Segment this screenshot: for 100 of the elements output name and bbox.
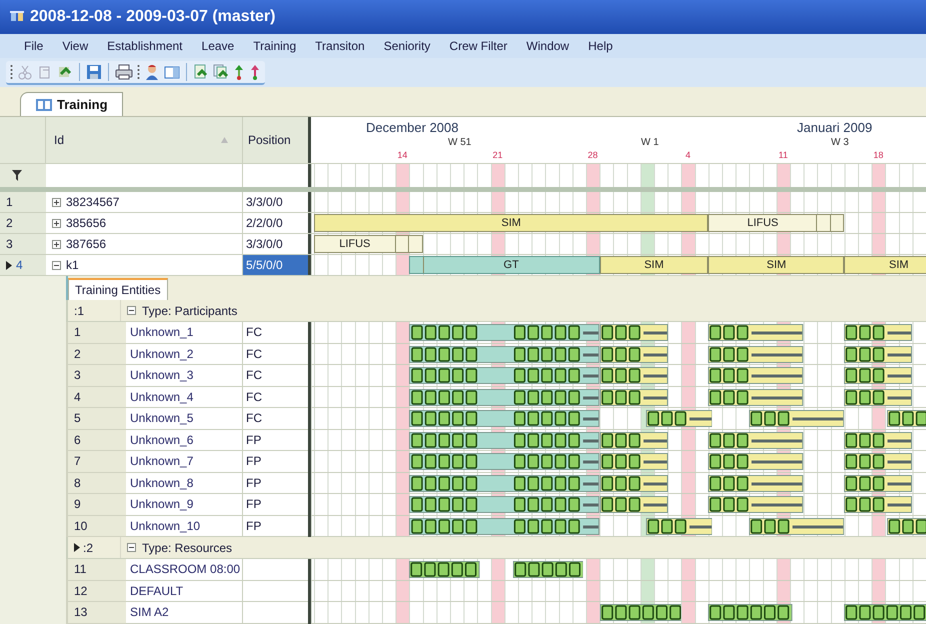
column-header[interactable]: Id <box>46 117 243 163</box>
collapse-icon[interactable] <box>127 306 136 315</box>
row-number: 1 <box>66 322 126 344</box>
day-label: 11 <box>778 149 789 162</box>
position-cell: FC <box>243 322 308 344</box>
column-header[interactable]: Position <box>243 117 308 163</box>
group-label: Type: Resources <box>142 540 232 556</box>
menu-item[interactable]: Seniority <box>384 37 430 55</box>
expand-icon[interactable] <box>52 240 61 248</box>
training-block <box>844 346 912 362</box>
menu-item[interactable]: Window <box>526 37 570 55</box>
day-label: 18 <box>872 149 884 162</box>
position-cell: FP <box>243 430 308 451</box>
person-icon[interactable] <box>144 64 160 80</box>
week-label: W 51 <box>448 136 472 150</box>
training-block <box>646 410 712 427</box>
book-icon <box>35 98 53 112</box>
row-number: 2 <box>6 215 13 232</box>
id-cell-text: 38234567 <box>66 194 120 211</box>
id-cell-text: 385656 <box>66 215 106 232</box>
name-cell: Unknown_5 <box>126 408 243 430</box>
day-label: 28 <box>586 149 599 162</box>
name-cell: Unknown_8 <box>126 472 243 494</box>
pin-icon[interactable] <box>233 64 245 80</box>
panel-icon[interactable] <box>164 64 180 80</box>
row-number: 2 <box>66 344 126 365</box>
column-title: Id <box>54 132 64 149</box>
row-number: 3 <box>6 236 13 253</box>
position-cell: FP <box>243 451 308 472</box>
training-block <box>844 324 912 341</box>
name-cell: Unknown_10 <box>126 516 243 537</box>
week-label: W 1 <box>641 136 659 150</box>
subtab[interactable]: Training Entities <box>68 278 168 300</box>
menu-item[interactable]: Leave <box>202 37 234 55</box>
menu-item[interactable]: Training <box>253 37 296 55</box>
name-cell: CLASSROOM 08:00 <box>126 559 243 580</box>
position-cell: FP <box>243 494 308 516</box>
position-cell: FP <box>243 472 308 494</box>
position-cell: 5/5/0/0 <box>243 255 308 275</box>
save-icon[interactable] <box>86 64 102 80</box>
month-label: Januari 2009 <box>797 119 872 137</box>
row-number: 4 <box>16 257 23 274</box>
training-bar: LIFUS <box>708 214 844 232</box>
position-cell: FC <box>243 408 308 430</box>
name-cell: Unknown_3 <box>126 365 243 386</box>
menu-item[interactable]: Crew Filter <box>449 37 508 55</box>
tab[interactable]: Training <box>20 92 123 116</box>
collapse-icon[interactable] <box>127 543 136 552</box>
app-icon <box>10 11 24 23</box>
name-cell: Unknown_1 <box>126 322 243 344</box>
menu-item[interactable]: File <box>24 37 44 55</box>
row-number: 10 <box>66 516 126 537</box>
expand-icon[interactable] <box>52 218 61 228</box>
group-row[interactable]: :1 Type: Participants <box>66 300 926 322</box>
name-cell: SIM A2 <box>126 602 243 624</box>
expand-icon[interactable] <box>52 198 61 206</box>
training-bar: SIM <box>600 256 708 274</box>
position-cell: 2/2/0/0 <box>243 213 308 233</box>
name-cell: Unknown_6 <box>126 430 243 451</box>
training-bar: GT <box>409 256 600 274</box>
month-label: December 2008 <box>366 119 458 137</box>
row-number: 5 <box>66 408 126 430</box>
week-label: W 3 <box>831 136 849 150</box>
sort-arrow-icon <box>221 137 228 143</box>
pin-icon[interactable] <box>249 64 261 80</box>
name-cell: Unknown_9 <box>126 494 243 516</box>
pages-arrow-icon[interactable] <box>213 64 229 80</box>
id-cell-text: k1 <box>66 257 79 274</box>
menu-item[interactable]: Establishment <box>107 37 183 55</box>
group-row[interactable]: :2 Type: Resources <box>66 537 926 559</box>
row-number: 3 <box>66 365 126 386</box>
menu-item[interactable]: Help <box>588 37 613 55</box>
page-arrow-icon[interactable] <box>193 64 209 80</box>
position-cell: 3/3/0/0 <box>243 234 308 254</box>
filter-field[interactable] <box>243 164 308 187</box>
group-marker: :1 <box>74 302 84 320</box>
menu-item[interactable]: View <box>62 37 88 55</box>
training-block <box>844 367 912 384</box>
training-block <box>844 496 912 513</box>
position-cell: FC <box>243 344 308 365</box>
row-number: 8 <box>66 472 126 494</box>
collapse-icon[interactable] <box>52 260 61 270</box>
print-icon[interactable] <box>115 64 133 80</box>
name-cell: Unknown_4 <box>126 386 243 408</box>
training-block <box>844 474 912 492</box>
grip-icon <box>137 64 140 80</box>
training-bar: SIM <box>844 256 926 274</box>
training-bar: SIM <box>314 214 708 232</box>
training-bar: LIFUS <box>314 235 423 253</box>
training-block <box>844 453 912 470</box>
menu-item[interactable]: Transiton <box>315 37 365 55</box>
name-cell: Unknown_2 <box>126 344 243 365</box>
row-number: 11 <box>66 559 126 580</box>
position-cell: 3/3/0/0 <box>243 192 308 212</box>
filter-field[interactable] <box>46 164 243 187</box>
position-cell: FP <box>243 516 308 537</box>
grip-icon <box>10 64 13 80</box>
training-block <box>646 518 712 534</box>
training-block <box>512 561 584 578</box>
filter-icon <box>12 170 22 181</box>
